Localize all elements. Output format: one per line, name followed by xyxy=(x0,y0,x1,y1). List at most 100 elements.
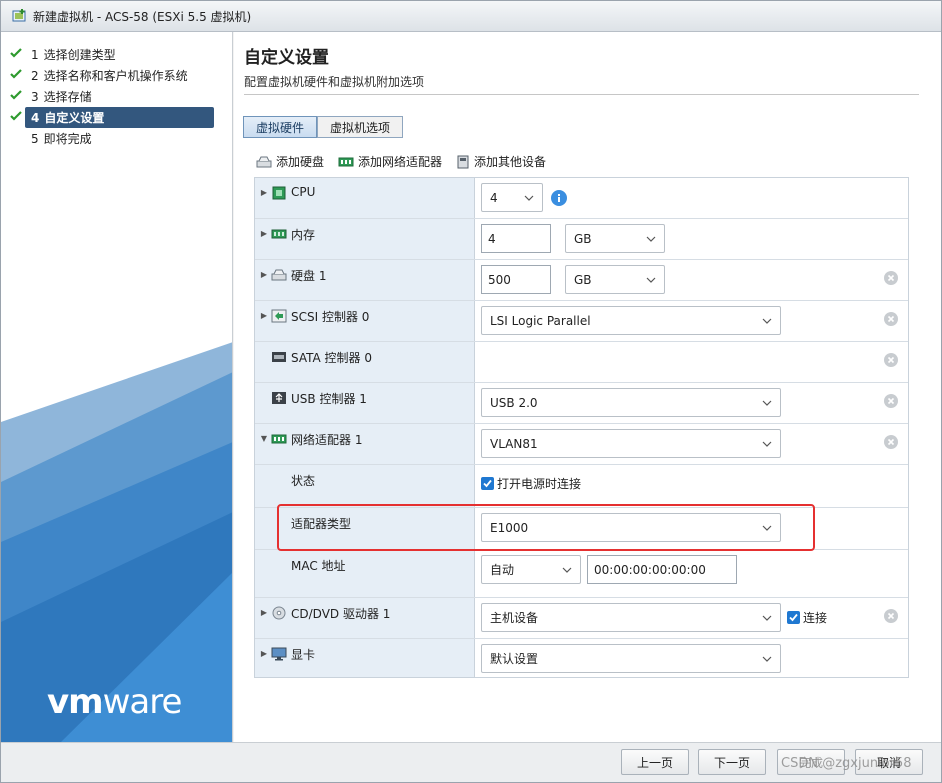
next-button[interactable]: 下一页 xyxy=(698,749,766,775)
usb-label: USB 控制器 1 xyxy=(291,392,367,406)
expand-arrow-icon[interactable]: ▶ xyxy=(257,649,271,658)
hardware-row-cpu: ▶ CPU 4 xyxy=(255,178,908,219)
expand-arrow-icon[interactable]: ▶ xyxy=(257,608,271,617)
step-number: 2 xyxy=(31,68,39,83)
disk-unit-select[interactable]: GB xyxy=(565,265,665,294)
wizard-sidebar: 1 选择创建类型 2 选择名称和客户机操作系统 3 选择存储 4 自定义设置 5… xyxy=(1,32,233,742)
network-select[interactable]: VLAN81 xyxy=(481,429,781,458)
chevron-down-icon xyxy=(646,236,656,242)
row-value: USB 2.0 xyxy=(481,388,781,417)
remove-icon[interactable] xyxy=(884,609,898,623)
collapse-arrow-icon[interactable]: ▼ xyxy=(257,434,271,443)
row-value: 打开电源时连接 xyxy=(481,475,581,492)
row-label: ▶ 显卡 xyxy=(255,639,475,679)
video-card-label: 显卡 xyxy=(291,648,316,662)
chevron-down-icon xyxy=(762,441,772,447)
usb-icon xyxy=(272,392,286,404)
hardware-row-cd-dvd: ▶ CD/DVD 驱动器 1 主机设备 连接 xyxy=(255,598,908,639)
hardware-row-network-adapter: ▼ 网络适配器 1 VLAN81 xyxy=(255,424,908,465)
network-adapter-status-row: 状态 打开电源时连接 xyxy=(255,465,908,508)
remove-icon[interactable] xyxy=(884,435,898,449)
wizard-step-5[interactable]: 5 即将完成 xyxy=(25,128,214,149)
remove-icon[interactable] xyxy=(884,312,898,326)
memory-unit-select[interactable]: GB xyxy=(565,224,665,253)
network-adapter-icon xyxy=(271,434,287,444)
mac-mode-value: 自动 xyxy=(490,563,515,577)
tab-virtual-hardware[interactable]: 虚拟硬件 xyxy=(243,116,318,138)
cd-dvd-icon xyxy=(272,606,286,620)
checkbox-checked-icon xyxy=(787,611,800,624)
back-button[interactable]: 上一页 xyxy=(621,749,689,775)
cd-dvd-connect-checkbox[interactable]: 连接 xyxy=(787,609,827,626)
expand-arrow-icon[interactable]: ▶ xyxy=(257,270,271,279)
hardware-row-sata: ▶ SATA 控制器 0 xyxy=(255,342,908,383)
connect-at-power-on-checkbox[interactable]: 打开电源时连接 xyxy=(481,475,581,492)
row-value: 默认设置 xyxy=(481,644,781,673)
checkmark-icon xyxy=(10,69,22,79)
row-label: 状态 xyxy=(255,465,475,507)
usb-type-select[interactable]: USB 2.0 xyxy=(481,388,781,417)
new-vm-icon xyxy=(12,9,26,22)
remove-icon[interactable] xyxy=(884,353,898,367)
vmware-logo: vmware xyxy=(47,682,182,722)
checkmark-icon xyxy=(10,111,22,121)
wizard-step-2[interactable]: 2 选择名称和客户机操作系统 xyxy=(10,65,214,86)
connect-at-power-on-label: 打开电源时连接 xyxy=(497,477,582,491)
add-hard-disk-button[interactable]: 添加硬盘 xyxy=(256,153,324,170)
add-network-adapter-button[interactable]: 添加网络适配器 xyxy=(338,153,442,170)
chevron-down-icon xyxy=(646,277,656,283)
step-label: 选择创建类型 xyxy=(43,48,116,62)
monitor-icon xyxy=(271,647,287,661)
hardware-row-memory: ▶ 内存 4 GB xyxy=(255,219,908,260)
row-label: ▶ 内存 xyxy=(255,219,475,259)
hard-disk-icon xyxy=(271,269,287,281)
row-value: 主机设备 连接 xyxy=(481,603,827,632)
cd-dvd-type-select[interactable]: 主机设备 xyxy=(481,603,781,632)
row-label: ▶ USB 控制器 1 xyxy=(255,383,475,423)
tab-bar: 虚拟硬件 虚拟机选项 xyxy=(243,116,404,138)
network-adapter-icon xyxy=(338,157,354,166)
disk-unit-value: GB xyxy=(574,272,592,287)
tab-vm-options[interactable]: 虚拟机选项 xyxy=(317,116,404,138)
step-label: 即将完成 xyxy=(43,132,92,146)
expand-arrow-icon[interactable]: ▶ xyxy=(257,229,271,238)
expand-arrow-icon[interactable]: ▶ xyxy=(257,311,271,320)
info-icon[interactable] xyxy=(551,189,567,206)
remove-icon[interactable] xyxy=(884,271,898,285)
mac-mode-select[interactable]: 自动 xyxy=(481,555,581,584)
cpu-count-value: 4 xyxy=(490,190,498,205)
annotation-highlight-box xyxy=(277,504,815,551)
memory-label: 内存 xyxy=(291,228,316,242)
row-label: ▼ 网络适配器 1 xyxy=(255,424,475,464)
row-value: VLAN81 xyxy=(481,429,781,458)
wizard-step-3[interactable]: 3 选择存储 xyxy=(10,86,214,107)
scsi-type-select[interactable]: LSI Logic Parallel xyxy=(481,306,781,335)
wizard-step-1[interactable]: 1 选择创建类型 xyxy=(10,44,214,65)
chevron-down-icon xyxy=(524,195,534,201)
video-card-select[interactable]: 默认设置 xyxy=(481,644,781,673)
status-label: 状态 xyxy=(291,474,316,488)
cpu-icon xyxy=(272,186,286,200)
cpu-count-select[interactable]: 4 xyxy=(481,183,543,212)
remove-icon[interactable] xyxy=(884,394,898,408)
mac-address-input[interactable]: 00:00:00:00:00:00 xyxy=(587,555,737,584)
memory-size-input[interactable]: 4 xyxy=(481,224,551,253)
disk-label: 硬盘 1 xyxy=(291,269,327,283)
wizard-step-4[interactable]: 4 自定义设置 xyxy=(10,107,214,128)
sata-controller-icon xyxy=(272,352,286,362)
expand-arrow-icon[interactable]: ▶ xyxy=(257,188,271,197)
add-other-device-button[interactable]: 添加其他设备 xyxy=(456,153,546,170)
disk-size-input[interactable]: 500 xyxy=(481,265,551,294)
cd-dvd-connect-label: 连接 xyxy=(803,611,828,625)
step-number: 5 xyxy=(31,131,39,146)
row-value: 4 xyxy=(481,183,567,212)
row-value: LSI Logic Parallel xyxy=(481,306,781,335)
step-number: 1 xyxy=(31,47,39,62)
checkmark-icon xyxy=(10,90,22,100)
row-label: ▶ CD/DVD 驱动器 1 xyxy=(255,598,475,638)
step-label: 自定义设置 xyxy=(44,111,105,125)
device-icon xyxy=(457,155,469,168)
chevron-down-icon xyxy=(762,656,772,662)
scsi-controller-icon xyxy=(271,309,287,323)
row-label: ▶ CPU xyxy=(255,178,475,218)
